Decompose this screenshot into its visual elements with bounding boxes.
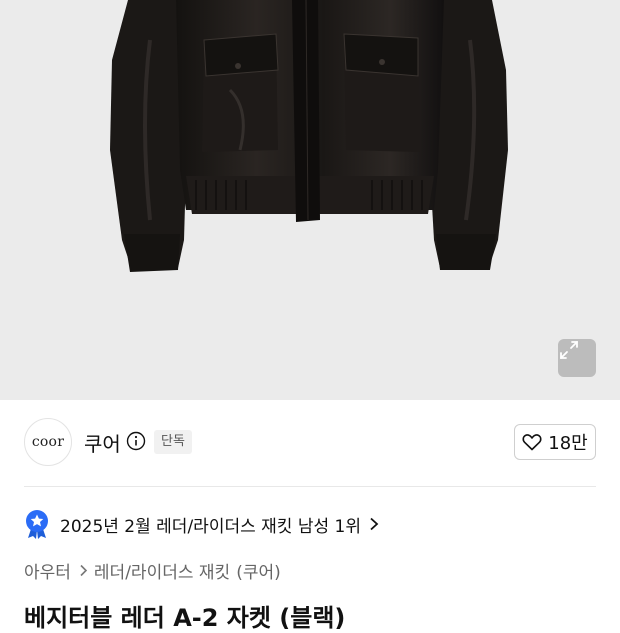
breadcrumb-brand[interactable]: (쿠어) (236, 558, 281, 583)
chevron-right-icon (79, 564, 88, 577)
breadcrumb: 아우터 레더/라이더스 재킷 (쿠어) (24, 558, 281, 583)
expand-image-button[interactable] (558, 339, 596, 377)
chevron-right-icon (370, 517, 379, 531)
ranking-text: 2025년 2월 레더/라이더스 재킷 남성 1위 (60, 516, 361, 537)
expand-arrows-icon (560, 341, 578, 359)
like-button[interactable]: 18만 (514, 424, 596, 460)
brand-logo-text: coor (31, 434, 65, 450)
breadcrumb-subcategory[interactable]: 레더/라이더스 재킷 (94, 558, 230, 583)
ranking-medal-icon (26, 510, 48, 539)
brand-row: coor 쿠어 단독 18만 (0, 400, 620, 486)
product-title: 베지터블 레더 A-2 자켓 (블랙) (24, 604, 346, 632)
like-count: 18만 (548, 433, 588, 454)
heart-icon (522, 434, 542, 451)
breadcrumb-category[interactable]: 아우터 (24, 558, 71, 583)
exclusive-badge: 단독 (154, 430, 192, 454)
ranking-link[interactable]: 2025년 2월 레더/라이더스 재킷 남성 1위 (24, 508, 379, 540)
brand-name[interactable]: 쿠어 (84, 428, 121, 457)
leather-jacket-illustration (110, 0, 508, 272)
brand-logo[interactable]: coor (24, 418, 72, 466)
product-image[interactable] (0, 0, 620, 400)
divider (24, 486, 596, 487)
info-icon[interactable] (126, 431, 146, 451)
